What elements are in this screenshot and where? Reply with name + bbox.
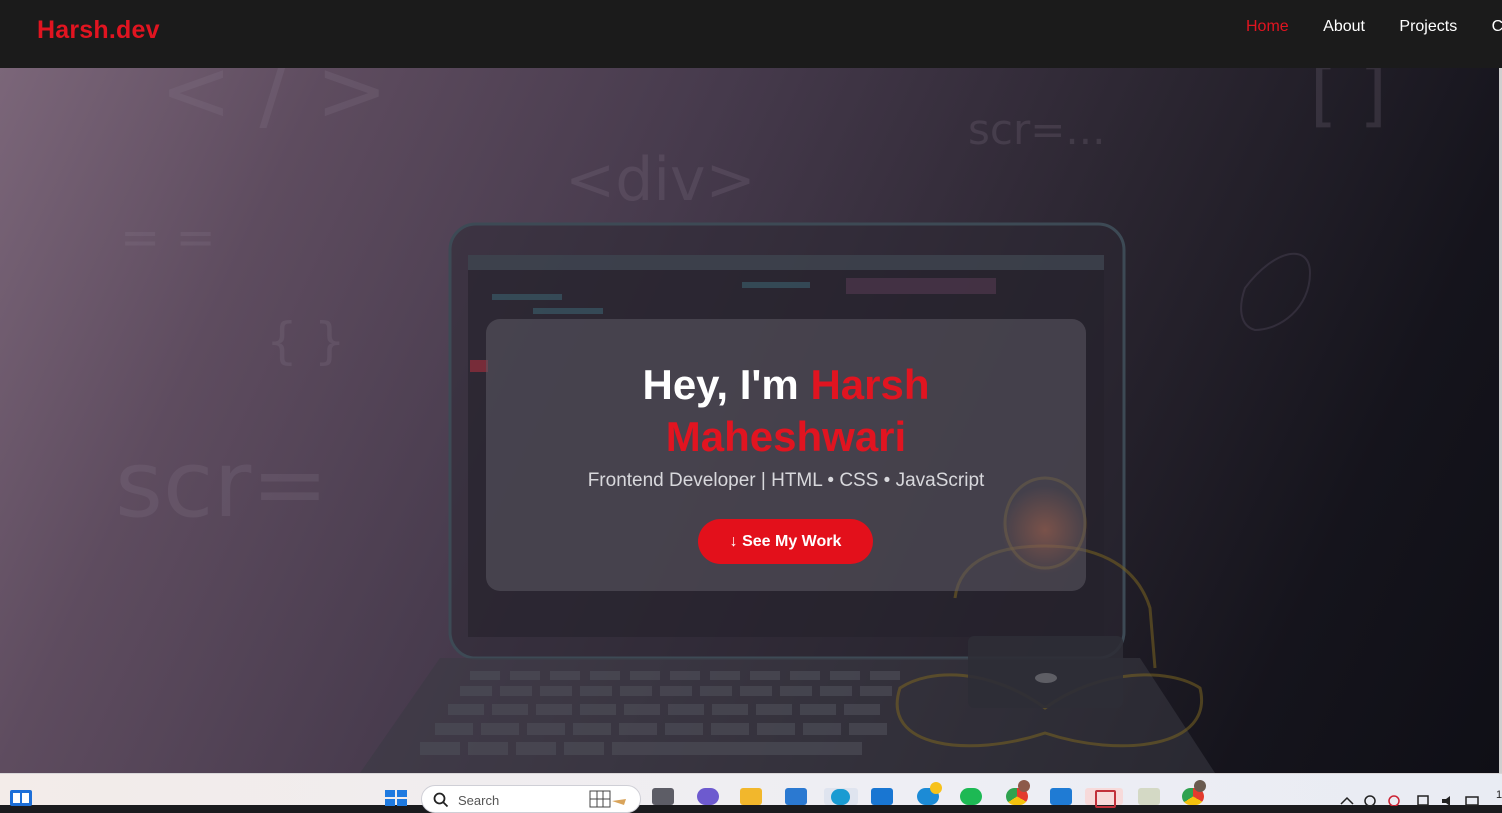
edge-icon-tile[interactable] — [824, 788, 858, 805]
code-glyph-scr-small: scr=... — [968, 105, 1105, 154]
task-view-icon[interactable] — [652, 788, 674, 805]
code-glyph-equals: = = — [120, 210, 216, 266]
chrome-profile-icon[interactable] — [1182, 780, 1206, 805]
navbar: Harsh.dev Home About Projects Cor — [0, 0, 1502, 68]
app-icon[interactable] — [917, 782, 942, 805]
snipping-icon-tile[interactable] — [1085, 788, 1123, 808]
code-glyph-brackets: [ ] — [1310, 68, 1387, 135]
taskbar-search-box[interactable]: Search — [421, 785, 641, 813]
snipping-icon — [1095, 790, 1116, 808]
hero-card: Hey, I'm Harsh Maheshwari Frontend Develo… — [486, 319, 1086, 591]
see-my-work-button[interactable]: ↓ See My Work — [698, 519, 873, 564]
chrome-profile-badge — [1018, 780, 1030, 792]
sudoku-highlight-icon — [589, 790, 626, 808]
site-logo[interactable]: Harsh.dev — [37, 16, 160, 45]
spotify-icon[interactable] — [960, 788, 982, 805]
hero-name-first: Harsh — [810, 361, 930, 408]
chrome-icon[interactable] — [1006, 780, 1030, 805]
tray-clock[interactable]: 1 — [1496, 789, 1502, 801]
nav-link-about[interactable]: About — [1323, 18, 1365, 36]
developer-laptop — [968, 636, 1123, 708]
code-glyph-braces: { } — [266, 312, 346, 370]
code-glyph-tag: < / > — [160, 68, 388, 141]
hero-greeting: Hey, I'm — [642, 361, 811, 408]
system-tray-icons[interactable] — [1338, 794, 1498, 806]
nav-link-contact[interactable]: Cor — [1492, 18, 1502, 36]
notification-dot — [930, 782, 942, 794]
search-icon — [433, 792, 449, 808]
notepad-icon[interactable] — [1138, 788, 1160, 805]
teams-icon[interactable] — [697, 788, 719, 805]
widgets-icon[interactable] — [9, 789, 33, 806]
os-taskbar: Search 1 — [0, 773, 1502, 813]
taskbar-search-placeholder: Search — [458, 793, 500, 808]
nav-link-home[interactable]: Home — [1246, 18, 1289, 36]
start-icon[interactable] — [384, 789, 408, 806]
hero-section: < / > <div> scr=... scr= = = { } [ ] Hey… — [0, 68, 1502, 773]
hero-title: Hey, I'm Harsh Maheshwari — [486, 359, 1086, 463]
chrome-profile-avatar — [1194, 780, 1206, 792]
code-glyph-div: <div> — [565, 145, 756, 215]
nav-links: Home About Projects Cor — [1246, 18, 1502, 36]
hero-name-last: Maheshwari — [665, 413, 907, 460]
code-glyph-scr-large: scr= — [115, 431, 328, 538]
store-icon[interactable] — [785, 788, 807, 805]
nav-link-projects[interactable]: Projects — [1399, 18, 1457, 36]
edge-icon — [831, 789, 850, 805]
file-explorer-icon[interactable] — [740, 788, 762, 805]
vscode-icon[interactable] — [1050, 788, 1072, 805]
hero-subtitle: Frontend Developer | HTML • CSS • JavaSc… — [587, 470, 985, 491]
hp-icon[interactable] — [871, 788, 893, 805]
